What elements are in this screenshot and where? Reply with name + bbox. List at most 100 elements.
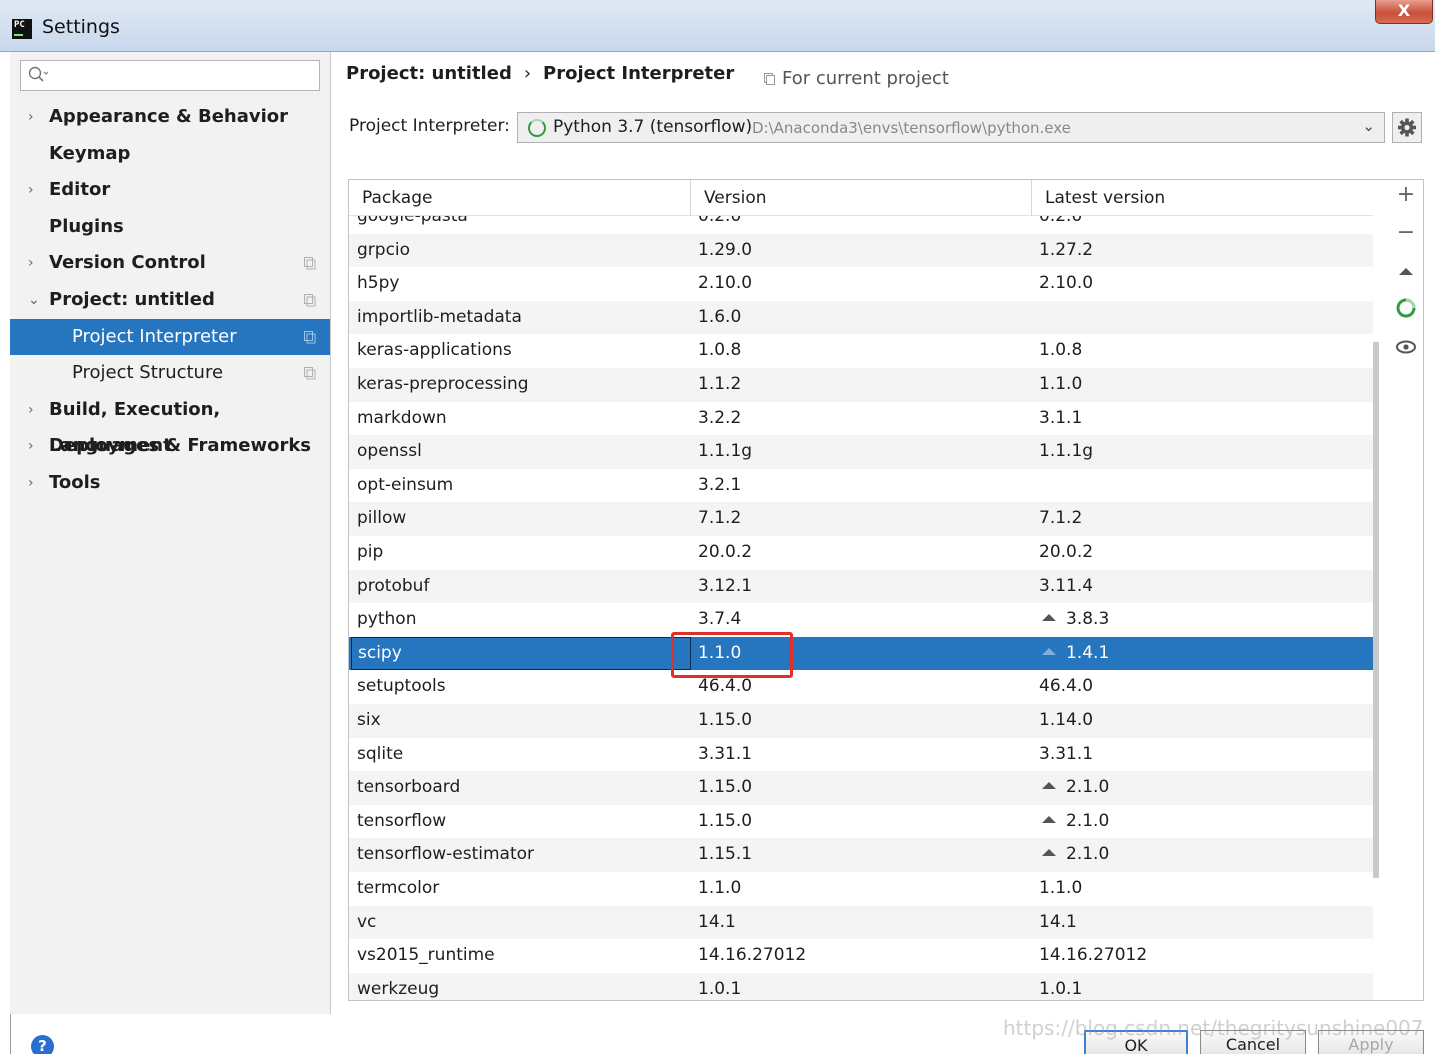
chevron-right-icon: › (28, 109, 34, 125)
package-name: markdown (357, 407, 447, 428)
breadcrumb: Project: untitled › Project Interpreter (346, 63, 734, 84)
table-row[interactable]: setuptools 46.4.0 46.4.0 (349, 670, 1373, 704)
package-name: scipy (351, 636, 691, 671)
package-name: h5py (357, 273, 400, 294)
latest-version-text: 1.4.1 (1066, 642, 1110, 663)
interpreter-dropdown[interactable]: Python 3.7 (tensorflow) D:\Anaconda3\env… (517, 112, 1385, 143)
table-row[interactable]: h5py 2.10.0 2.10.0 (349, 267, 1373, 301)
package-name: vc (357, 911, 377, 932)
package-version: 1.6.0 (698, 306, 742, 327)
sidebar-item-project-structure[interactable]: Project Structure (10, 355, 330, 391)
sidebar-item-label: Project: untitled (49, 289, 215, 310)
version-highlight-box (671, 632, 793, 678)
table-row[interactable]: markdown 3.2.2 3.1.1 (349, 402, 1373, 436)
upgrade-icon (1042, 815, 1056, 823)
package-latest-version: 2.10.0 (1039, 267, 1369, 301)
package-version: 3.12.1 (698, 575, 753, 596)
column-header-package[interactable]: Package (349, 180, 691, 216)
latest-version-text: 3.1.1 (1039, 407, 1083, 428)
close-button[interactable]: X (1375, 0, 1433, 24)
latest-version-text: 1.14.0 (1039, 710, 1094, 730)
add-package-button[interactable]: + (1388, 182, 1424, 214)
package-name: vs2015_runtime (357, 945, 495, 966)
package-name: python (357, 609, 417, 630)
window-title: Settings (42, 16, 120, 38)
package-name: tensorflow-estimator (357, 844, 535, 865)
package-latest-version (1039, 301, 1369, 335)
package-version: 1.0.8 (698, 340, 742, 361)
package-version: 1.15.1 (698, 844, 753, 865)
package-name: grpcio (357, 239, 411, 260)
watermark: https://blog.csdn.net/thegritysunshine00… (1003, 1016, 1424, 1040)
column-header-latest[interactable]: Latest version (1032, 180, 1373, 216)
table-row[interactable]: opt-einsum 3.2.1 (349, 469, 1373, 503)
table-row[interactable]: tensorflow-estimator 1.15.1 2.1.0 (349, 838, 1373, 872)
package-name: termcolor (357, 878, 440, 898)
table-row[interactable]: termcolor 1.1.0 1.1.0 (349, 872, 1373, 906)
package-name: six (357, 710, 381, 730)
table-header: Package Version Latest version (349, 180, 1373, 216)
table-row[interactable]: openssl 1.1.1g 1.1.1g (349, 435, 1373, 469)
sidebar-item-version-control[interactable]: › Version Control (10, 245, 330, 281)
sidebar-item-keymap[interactable]: Keymap (10, 136, 330, 172)
sidebar-item-plugins[interactable]: Plugins (10, 209, 330, 245)
pycharm-icon: PC (12, 19, 32, 39)
search-input[interactable] (20, 60, 320, 91)
latest-version-text: 1.27.2 (1039, 239, 1094, 260)
interpreter-settings-button[interactable] (1392, 112, 1422, 143)
sidebar-item-project-untitled[interactable]: ⌄ Project: untitled (10, 282, 330, 318)
sidebar-item-label: Plugins (49, 215, 124, 237)
table-row[interactable]: pip 20.0.2 20.0.2 (349, 536, 1373, 570)
chevron-down-icon: ⌄ (28, 292, 40, 308)
table-row[interactable]: importlib-metadata 1.6.0 (349, 300, 1373, 335)
package-version: 20.0.2 (698, 542, 753, 562)
package-latest-version: 1.4.1 (1039, 637, 1369, 671)
interpreter-label: Project Interpreter: (349, 116, 510, 136)
help-icon[interactable]: ? (31, 1035, 54, 1054)
sidebar-item-label: Tools (49, 472, 101, 493)
table-row[interactable]: vc 14.1 14.1 (349, 905, 1373, 940)
show-early-releases-button[interactable] (1388, 336, 1424, 368)
package-name: tensorflow (357, 810, 447, 831)
remove-package-button[interactable]: − (1388, 220, 1424, 252)
table-row[interactable]: keras-applications 1.0.8 1.0.8 (349, 334, 1373, 368)
refresh-button[interactable] (1388, 296, 1424, 328)
table-row[interactable]: tensorflow 1.15.0 2.1.0 (349, 805, 1373, 839)
latest-version-text: 7.1.2 (1039, 508, 1083, 529)
chevron-right-icon: › (28, 255, 34, 272)
package-latest-version: 2.1.0 (1039, 771, 1369, 805)
table-row[interactable]: scipy 1.1.0 1.4.1 (349, 636, 1373, 671)
package-version: 1.15.0 (698, 777, 753, 798)
sidebar-item-appearance-behavior[interactable]: › Appearance & Behavior (10, 99, 330, 135)
table-row[interactable]: six 1.15.0 1.14.0 (349, 704, 1373, 738)
sidebar-item-editor[interactable]: › Editor (10, 172, 330, 208)
sidebar-item-label: Keymap (49, 142, 131, 164)
package-name: openssl (357, 441, 422, 462)
scope-text: For current project (782, 68, 949, 89)
table-scrollbar[interactable] (1373, 342, 1379, 878)
sidebar-item-tools[interactable]: › Tools (10, 465, 330, 501)
package-latest-version: 3.11.4 (1039, 570, 1369, 604)
package-latest-version: 2.1.0 (1039, 838, 1369, 872)
copy-icon (304, 367, 316, 380)
sidebar-item-project-interpreter[interactable]: Project Interpreter (10, 318, 330, 355)
table-row[interactable]: pillow 7.1.2 7.1.2 (349, 502, 1373, 536)
table-row[interactable]: protobuf 3.12.1 3.11.4 (349, 569, 1373, 604)
sidebar-item-label: Editor (49, 179, 111, 201)
sidebar-item-languages-frameworks[interactable]: › Languages & Frameworks (10, 428, 330, 464)
table-row[interactable]: keras-preprocessing 1.1.2 1.1.0 (349, 368, 1373, 402)
copy-icon (304, 294, 316, 307)
chevron-right-icon: › (28, 401, 34, 418)
upgrade-package-button[interactable] (1388, 260, 1424, 292)
table-row[interactable]: tensorboard 1.15.0 2.1.0 (349, 771, 1373, 805)
table-row[interactable]: python 3.7.4 3.8.3 (349, 603, 1373, 637)
package-version: 1.0.1 (698, 978, 742, 999)
table-row[interactable]: grpcio 1.29.0 1.27.2 (349, 233, 1373, 268)
column-header-version[interactable]: Version (691, 180, 1032, 216)
sidebar-item-build-execution-deployment[interactable]: › Build, Execution, Deployment (10, 392, 330, 456)
table-row[interactable]: sqlite 3.31.1 3.31.1 (349, 738, 1373, 772)
chevron-right-icon: › (28, 182, 34, 199)
table-row[interactable]: werkzeug 1.0.1 1.0.1 (349, 972, 1373, 1000)
breadcrumb-project[interactable]: Project: untitled (346, 63, 512, 84)
table-row[interactable]: vs2015_runtime 14.16.27012 14.16.27012 (349, 939, 1373, 973)
